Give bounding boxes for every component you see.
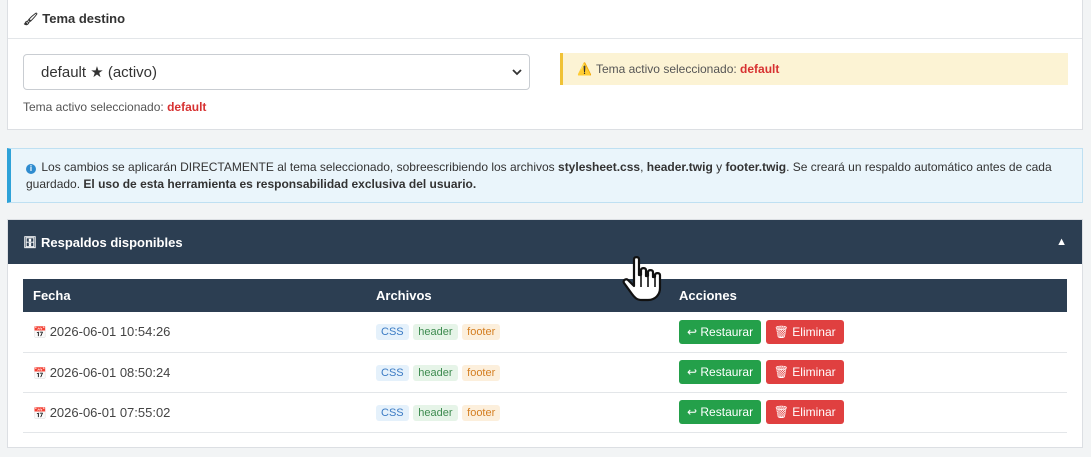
files-cell: CSS header footer — [366, 352, 669, 393]
css-tag: CSS — [376, 364, 409, 381]
table-row: 📅 2026-06-01 07:55:02 CSS header footer ↩… — [23, 392, 1067, 433]
backups-panel: 🗄 Respaldos disponibles ▲ Fecha Archivos… — [7, 219, 1083, 448]
active-theme-warning: ⚠️ Tema activo seleccionado: default — [560, 53, 1068, 85]
backups-table: Fecha Archivos Acciones 📅 2026-06-01 10:5… — [23, 279, 1067, 433]
selected-theme-info: Tema activo seleccionado: default — [23, 100, 207, 114]
date-cell: 📅 2026-06-01 08:50:24 — [23, 352, 366, 393]
header-tag: header — [413, 364, 458, 381]
chevron-down-icon — [512, 69, 522, 76]
info-icon: i — [26, 164, 36, 174]
trash-icon: 🗑 — [773, 405, 789, 419]
warning-icon: ⚠️ — [577, 62, 592, 76]
css-tag: CSS — [376, 404, 409, 421]
target-theme-panel: 🖌 Tema destino default ★ (activo) Tema a… — [7, 0, 1083, 130]
date-cell: 📅 2026-06-01 07:55:02 — [23, 392, 366, 433]
css-tag: CSS — [376, 324, 409, 341]
col-acciones: Acciones — [679, 288, 737, 303]
calendar-icon: 📅 — [33, 407, 47, 420]
header-tag: header — [413, 404, 458, 421]
table-header-row: Fecha Archivos Acciones — [23, 279, 1067, 312]
delete-button[interactable]: 🗑 Eliminar — [765, 400, 844, 424]
table-row: 📅 2026-06-01 10:54:26 CSS header footer ↩… — [23, 312, 1067, 353]
theme-select-value: default ★ (activo) — [41, 64, 157, 81]
theme-select[interactable]: default ★ (activo) — [23, 54, 530, 90]
backups-title: Respaldos disponibles — [40, 234, 183, 250]
hand-pointer-cursor — [622, 256, 662, 302]
footer-tag: footer — [462, 324, 501, 341]
table-row: 📅 2026-06-01 08:50:24 CSS header footer ↩… — [23, 352, 1067, 393]
archive-icon: 🗄 — [23, 236, 37, 249]
selected-theme-value: default — [167, 100, 207, 114]
restore-button[interactable]: ↩ Restaurar — [679, 319, 762, 344]
trash-icon: 🗑 — [773, 365, 789, 379]
files-cell: CSS header footer — [366, 392, 669, 433]
restore-button[interactable]: ↩ Restaurar — [679, 360, 762, 384]
trash-icon: 🗑 — [773, 324, 789, 339]
header-tag: header — [413, 324, 458, 341]
col-fecha: Fecha — [33, 288, 71, 303]
files-cell: CSS header footer — [366, 312, 669, 353]
info-alert: i Los cambios se aplicarán DIRECTAMENTE … — [7, 148, 1083, 203]
footer-tag: footer — [462, 404, 501, 421]
date-cell: 📅 2026-06-01 10:54:26 — [23, 312, 366, 353]
restore-button[interactable]: ↩ Restaurar — [679, 400, 762, 424]
caret-up-icon[interactable]: ▲ — [1056, 236, 1067, 248]
calendar-icon: 📅 — [33, 327, 47, 340]
delete-button[interactable]: 🗑 Eliminar — [765, 319, 844, 344]
footer-tag: footer — [462, 364, 501, 381]
target-theme-title: Tema destino — [42, 11, 126, 26]
paintbrush-icon: 🖌 — [23, 11, 39, 26]
actions-cell: ↩ Restaurar 🗑 Eliminar — [669, 392, 1067, 433]
backups-header[interactable]: 🗄 Respaldos disponibles ▲ — [8, 220, 1082, 264]
calendar-icon: 📅 — [33, 367, 47, 380]
warning-theme-value: default — [740, 62, 780, 76]
actions-cell: ↩ Restaurar 🗑 Eliminar — [669, 312, 1067, 353]
target-theme-header: 🖌 Tema destino — [8, 0, 1082, 39]
actions-cell: ↩ Restaurar 🗑 Eliminar — [669, 352, 1067, 393]
delete-button[interactable]: 🗑 Eliminar — [765, 360, 844, 384]
